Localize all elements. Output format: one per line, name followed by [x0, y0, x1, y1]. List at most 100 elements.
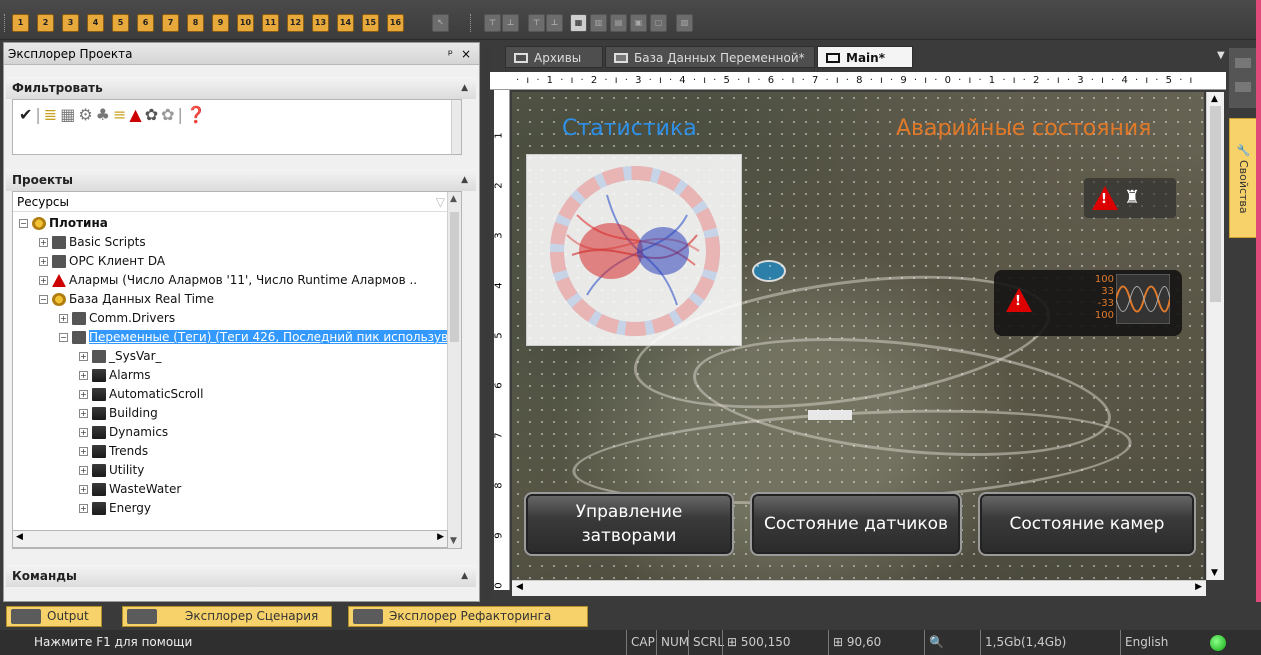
collapse-icon[interactable]: −: [39, 295, 48, 304]
size-icon[interactable]: ▣: [630, 14, 647, 32]
filter-scrollbar[interactable]: [451, 100, 461, 154]
scroll-right-icon[interactable]: ▶: [1195, 582, 1202, 592]
splitter[interactable]: [482, 44, 490, 600]
projects-section-header[interactable]: Проекты ▲: [6, 169, 476, 191]
pointer-tool-icon[interactable]: ↖: [432, 14, 449, 32]
tree-item[interactable]: − База Данных Real Time: [39, 290, 214, 309]
canvas-vscroll-thumb[interactable]: [1210, 106, 1221, 302]
help-icon[interactable]: ❓: [186, 105, 209, 124]
filter-funnel-icon[interactable]: ▽: [436, 192, 445, 212]
screen-13-button[interactable]: 13: [312, 14, 329, 32]
space-icon[interactable]: ▤: [610, 14, 627, 32]
expand-icon[interactable]: +: [79, 390, 88, 399]
screen-5-button[interactable]: 5: [112, 14, 129, 32]
tree-item[interactable]: + Basic Scripts: [39, 233, 146, 252]
alarm-panel[interactable]: 100 33 -33 100: [994, 270, 1182, 336]
zoom-icon[interactable]: 🔍: [924, 630, 974, 655]
scroll-down-icon[interactable]: ▼: [450, 536, 457, 546]
mini-alarm-indicator[interactable]: ♜: [1084, 178, 1176, 218]
tree-item[interactable]: + Building: [79, 404, 158, 423]
expand-icon[interactable]: +: [39, 257, 48, 266]
gear-filter-icon[interactable]: ✿: [145, 105, 161, 124]
canvas-vscrollbar[interactable]: ▲ ▼: [1206, 92, 1224, 580]
expand-icon[interactable]: +: [79, 485, 88, 494]
scripts-filter-icon[interactable]: ≣: [44, 105, 60, 124]
scroll-left-icon[interactable]: ◀: [16, 532, 23, 542]
sensors-status-button[interactable]: Состояние датчиков: [750, 492, 962, 556]
expand-icon[interactable]: +: [79, 428, 88, 437]
expand-icon[interactable]: +: [79, 466, 88, 475]
alarm-filter-icon[interactable]: ▲: [129, 105, 144, 124]
tree-item[interactable]: + Alarms: [79, 366, 151, 385]
screen-11-button[interactable]: 11: [262, 14, 279, 32]
tree-item[interactable]: − Переменные (Теги) (Теги 426, Последний …: [59, 328, 456, 347]
distribute-icon[interactable]: ▥: [590, 14, 607, 32]
tree-item[interactable]: + OPC Клиент DA: [39, 252, 165, 271]
gates-control-button[interactable]: Управление затворами: [524, 492, 734, 556]
align-center-icon[interactable]: ⊥: [502, 14, 519, 32]
tree-item[interactable]: + Comm.Drivers: [59, 309, 175, 328]
side-tool-icon[interactable]: [1235, 58, 1251, 68]
pin-icon[interactable]: ᵖ: [448, 43, 453, 65]
language-indicator[interactable]: English: [1120, 630, 1200, 655]
filter-section-header[interactable]: Фильтровать ▲: [6, 77, 476, 99]
toolbar-grip-2[interactable]: [470, 14, 473, 32]
scroll-left-icon[interactable]: ◀: [516, 582, 523, 592]
tree-item[interactable]: + Dynamics: [79, 423, 168, 442]
expand-icon[interactable]: +: [59, 314, 68, 323]
align-bottom-icon[interactable]: ⊥: [546, 14, 563, 32]
screen-6-button[interactable]: 6: [137, 14, 154, 32]
expand-icon[interactable]: +: [39, 276, 48, 285]
close-icon[interactable]: ×: [461, 43, 471, 65]
cameras-status-button[interactable]: Состояние камер: [978, 492, 1196, 556]
tree-scroll-thumb[interactable]: [450, 212, 459, 342]
scroll-up-icon[interactable]: ▲: [1211, 94, 1218, 104]
tree-item[interactable]: + Energy: [79, 499, 151, 518]
check-icon[interactable]: ✔: [19, 105, 35, 124]
screen-9-button[interactable]: 9: [212, 14, 229, 32]
tab-output[interactable]: Output: [6, 606, 102, 627]
tree-item[interactable]: + _SysVar_: [79, 347, 162, 366]
plug-filter-icon[interactable]: ⚙: [78, 105, 95, 124]
align-right-icon[interactable]: ⊤: [528, 14, 545, 32]
tree-item[interactable]: + Utility: [79, 461, 144, 480]
scroll-up-icon[interactable]: ▲: [450, 194, 457, 204]
expand-icon[interactable]: +: [79, 352, 88, 361]
tree-item[interactable]: + Trends: [79, 442, 148, 461]
collapse-icon[interactable]: ▲: [461, 565, 468, 587]
lock-icon[interactable]: ▧: [676, 14, 693, 32]
layers-filter-icon[interactable]: ≡: [113, 105, 129, 124]
expand-icon[interactable]: +: [79, 371, 88, 380]
tab-scenario-explorer[interactable]: Эксплорер Сценария: [122, 606, 332, 627]
canvas-hscrollbar[interactable]: ◀ ▶: [512, 580, 1206, 596]
screen-4-button[interactable]: 4: [87, 14, 104, 32]
properties-side-tab[interactable]: 🔧 Свойства: [1229, 118, 1257, 238]
screen-7-button[interactable]: 7: [162, 14, 179, 32]
scroll-down-icon[interactable]: ▼: [1211, 568, 1218, 578]
screen-10-button[interactable]: 10: [237, 14, 254, 32]
tab-refactoring-explorer[interactable]: Эксплорер Рефакторинга: [348, 606, 588, 627]
collapse-icon[interactable]: −: [59, 333, 68, 342]
screen-12-button[interactable]: 12: [287, 14, 304, 32]
scroll-right-icon[interactable]: ▶: [437, 532, 444, 542]
tab-variables-db[interactable]: База Данных Переменной*: [605, 46, 815, 68]
screen-15-button[interactable]: 15: [362, 14, 379, 32]
collapse-icon[interactable]: ▲: [461, 169, 468, 191]
align-left-icon[interactable]: ⊤: [484, 14, 501, 32]
statistics-chord-diagram[interactable]: [526, 154, 742, 346]
expand-icon[interactable]: +: [79, 504, 88, 513]
screen-canvas[interactable]: Статистика Аварийные состояния ♜ 100: [512, 92, 1204, 580]
tree-item[interactable]: + WasteWater: [79, 480, 181, 499]
tab-main[interactable]: Main* ×: [817, 46, 913, 87]
collapse-icon[interactable]: −: [19, 219, 28, 228]
expand-icon[interactable]: +: [79, 409, 88, 418]
screen-2-button[interactable]: 2: [37, 14, 54, 32]
screen-1-button[interactable]: 1: [12, 14, 29, 32]
side-tool-icon[interactable]: [1235, 82, 1251, 92]
group-icon[interactable]: ▦: [570, 14, 587, 32]
db-filter-icon[interactable]: ▦: [60, 105, 78, 124]
tab-list-dropdown-icon[interactable]: ▼: [1217, 50, 1225, 61]
users-filter-icon[interactable]: ♣: [96, 105, 113, 124]
tab-archives[interactable]: Архивы: [505, 46, 603, 68]
gears-filter-icon[interactable]: ✿: [161, 105, 177, 124]
